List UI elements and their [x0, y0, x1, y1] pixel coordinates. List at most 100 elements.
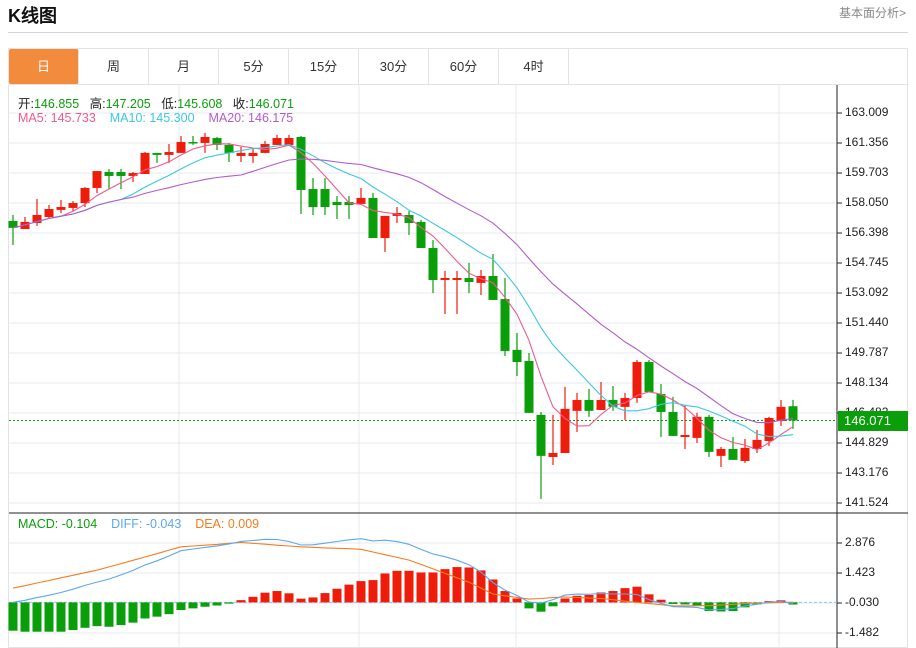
macd-bar — [356, 581, 366, 603]
candle-up — [632, 362, 642, 398]
candle-up — [380, 215, 390, 239]
candle-down — [152, 152, 162, 155]
macd-bar — [248, 596, 258, 603]
macd-bar — [428, 572, 438, 603]
candle-up — [200, 136, 210, 143]
macd-bar — [284, 593, 294, 603]
macd-bar — [92, 602, 102, 627]
macd-bar — [128, 602, 138, 623]
macd-bar — [56, 602, 66, 632]
price-tick-label: 153.092 — [845, 285, 889, 299]
macd-bar — [212, 602, 222, 606]
price-tick-label: 143.176 — [845, 465, 889, 479]
candle-down — [464, 277, 474, 282]
macd-bar — [320, 593, 330, 603]
close-label: 收: — [232, 97, 249, 111]
price-tick-label: 158.050 — [845, 195, 889, 210]
ma10-value: MA10: 145.300 — [109, 111, 195, 125]
macd-bar — [104, 602, 114, 627]
macd-bar — [548, 602, 558, 607]
candle-down — [368, 197, 378, 239]
price-tick-label: 161.356 — [845, 135, 889, 149]
candle-down — [116, 171, 126, 176]
macd-bar — [296, 598, 306, 603]
last-price-badge: 146.071 — [838, 411, 908, 431]
high-label: 高: — [89, 97, 106, 111]
low-label: 低: — [161, 97, 178, 111]
macd-bar — [560, 598, 570, 603]
macd-bar — [188, 602, 198, 609]
macd-bar — [524, 602, 534, 609]
candle-up — [56, 207, 66, 210]
macd-bar — [308, 597, 318, 603]
candle-up — [692, 416, 702, 438]
macd-bar — [332, 588, 342, 603]
candle-up — [260, 144, 270, 153]
macd-bar — [176, 602, 186, 611]
macd-bar — [164, 602, 174, 615]
price-tick-label: 141.524 — [845, 495, 889, 509]
candle-up — [596, 399, 606, 410]
macd-bar — [404, 570, 414, 603]
macd-bar — [8, 602, 18, 631]
macd-bar — [68, 602, 78, 631]
candle-up — [272, 138, 282, 145]
macd-bar — [392, 570, 402, 603]
candle-up — [80, 187, 90, 204]
macd-bar — [512, 598, 522, 603]
candle-down — [668, 411, 678, 436]
diff-value: DIFF: -0.043 — [111, 517, 182, 531]
low-value: 145.608 — [177, 97, 223, 111]
candle-down — [488, 275, 498, 300]
candle-up — [44, 209, 54, 217]
price-tick-label: 151.440 — [845, 315, 889, 329]
candle-down — [500, 299, 510, 351]
high-value: 147.205 — [105, 97, 151, 111]
candle-down — [536, 414, 546, 456]
macd-bar — [680, 602, 690, 605]
candle-up — [440, 277, 450, 280]
candle-down — [656, 393, 666, 412]
candle-up — [176, 142, 186, 153]
macd-bar — [200, 602, 210, 607]
candle-up — [452, 277, 462, 280]
candle-up — [572, 399, 582, 411]
macd-bar — [32, 602, 42, 632]
diff-line — [12, 538, 794, 611]
macd-tick-label: 2.876 — [845, 535, 876, 549]
price-tick-label: 149.787 — [845, 345, 889, 359]
macd-bar — [716, 602, 726, 612]
macd-bar — [116, 602, 126, 626]
candle-down — [644, 362, 654, 392]
candle-down — [704, 416, 714, 452]
macd-bar — [368, 580, 378, 603]
macd-bar — [236, 600, 246, 603]
macd-bar — [80, 602, 90, 628]
candle-up — [620, 397, 630, 407]
candle-up — [764, 417, 774, 441]
macd-bar — [152, 602, 162, 617]
price-tick-label: 154.745 — [845, 255, 889, 269]
candle-down — [308, 189, 318, 208]
open-label: 开: — [18, 97, 34, 111]
candle-down — [524, 360, 534, 413]
candle-up — [92, 171, 102, 188]
open-value: 146.855 — [33, 97, 80, 111]
macd-legend: MACD: -0.104 DIFF: -0.043 DEA: 0.009 — [18, 517, 259, 531]
price-tick-label: 159.703 — [845, 165, 889, 179]
candle-down — [512, 349, 522, 363]
candle-down — [416, 221, 426, 249]
candle-down — [296, 136, 306, 190]
close-value: 146.071 — [248, 97, 294, 111]
candle-up — [548, 452, 558, 457]
candle-down — [104, 171, 114, 176]
candle-up — [236, 152, 246, 157]
candle-down — [584, 399, 594, 411]
candle-up — [356, 197, 366, 204]
macd-bar — [380, 573, 390, 603]
price-tick-label: 156.398 — [845, 225, 889, 239]
candle-up — [164, 152, 174, 155]
candle-up — [140, 152, 150, 174]
candle-up — [68, 203, 78, 208]
candle-down — [788, 406, 798, 421]
